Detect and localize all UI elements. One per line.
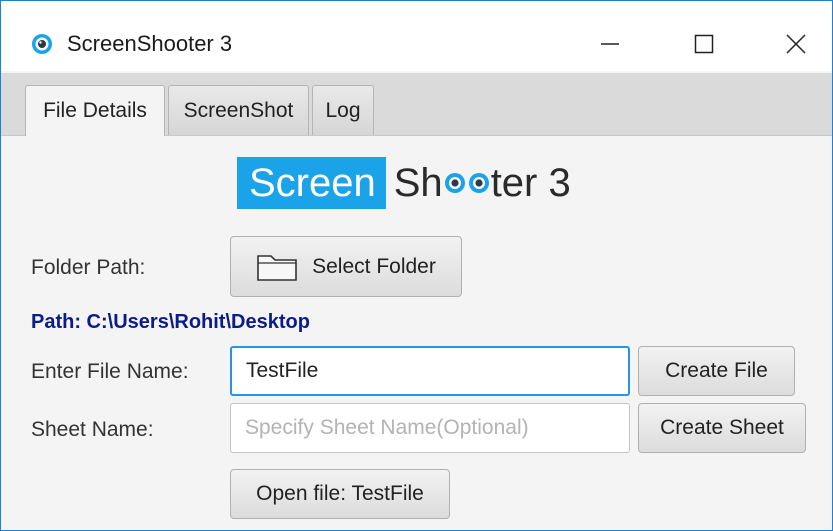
minimize-icon — [601, 43, 619, 45]
folder-icon — [257, 254, 297, 281]
maximize-button[interactable] — [681, 21, 727, 67]
minimize-button[interactable] — [587, 21, 633, 67]
app-eye-icon — [32, 34, 52, 54]
app-window: ScreenShooter 3 File Details ScreenShot … — [0, 0, 833, 531]
close-button[interactable] — [773, 21, 819, 67]
logo-eye-icon — [444, 173, 465, 193]
create-sheet-button[interactable]: Create Sheet — [638, 403, 806, 453]
file-name-input[interactable] — [230, 346, 630, 396]
maximize-icon — [694, 34, 714, 54]
sheet-name-label: Sheet Name: — [31, 418, 154, 441]
tab-bar: File Details ScreenShot Log — [1, 73, 832, 136]
tab-log[interactable]: Log — [312, 85, 374, 135]
logo-prefix: Sh — [393, 161, 443, 205]
window-title: ScreenShooter 3 — [67, 31, 233, 56]
logo-screen-word: Screen — [237, 157, 386, 209]
select-folder-label: Select Folder — [312, 254, 436, 278]
folder-path-label: Folder Path: — [31, 256, 146, 279]
create-file-button[interactable]: Create File — [638, 346, 795, 396]
tab-screenshot[interactable]: ScreenShot — [168, 85, 309, 135]
file-details-panel: Screen Sh ter 3 Folder Path: Select Fold… — [1, 135, 832, 530]
logo-shooter-word: Sh ter 3 — [386, 157, 571, 209]
tab-file-details[interactable]: File Details — [25, 85, 165, 136]
app-logo: Screen Sh ter 3 — [237, 157, 571, 209]
folder-path-value: Path: C:\Users\Rohit\Desktop — [31, 311, 310, 333]
logo-suffix: ter 3 — [490, 161, 571, 205]
file-name-label: Enter File Name: — [31, 360, 189, 383]
select-folder-button[interactable]: Select Folder — [230, 236, 462, 297]
title-bar[interactable]: ScreenShooter 3 — [1, 1, 832, 71]
open-file-button[interactable]: Open file: TestFile — [230, 469, 450, 519]
sheet-name-input[interactable] — [230, 403, 630, 453]
close-icon — [786, 34, 806, 54]
logo-eye-icon — [468, 173, 489, 193]
